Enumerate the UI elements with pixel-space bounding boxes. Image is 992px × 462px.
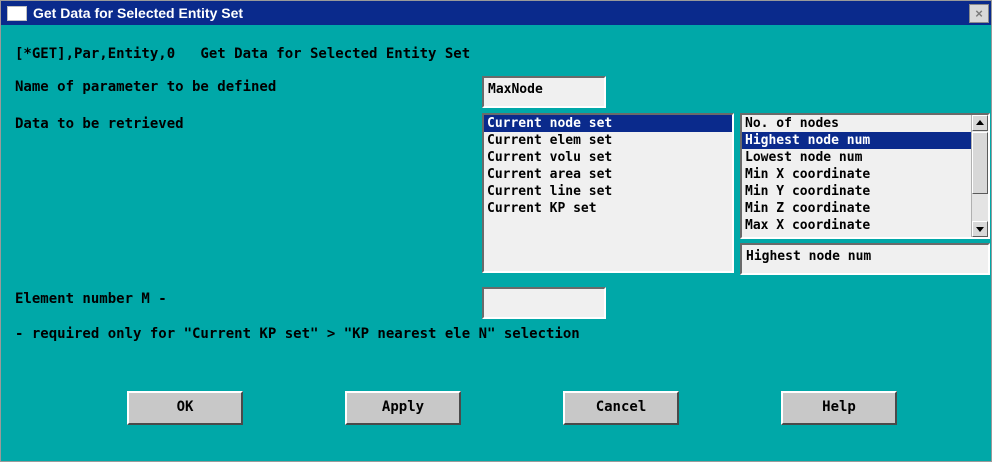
list-item[interactable]: Current line set bbox=[484, 183, 732, 200]
scroll-down-arrow-icon[interactable] bbox=[972, 221, 988, 237]
data-item-list[interactable]: No. of nodes Highest node num Lowest node … bbox=[740, 113, 990, 239]
list-item[interactable]: Current area set bbox=[484, 166, 732, 183]
close-button[interactable]: × bbox=[969, 4, 989, 23]
selection-display[interactable]: Highest node num bbox=[740, 243, 990, 275]
scroll-up-arrow-icon[interactable] bbox=[972, 115, 988, 131]
list-item[interactable]: Current volu set bbox=[484, 149, 732, 166]
apply-button[interactable]: Apply bbox=[345, 391, 461, 425]
window-icon bbox=[7, 6, 27, 21]
list-item[interactable]: Max X coordinate bbox=[742, 217, 988, 234]
list-item[interactable]: No. of nodes bbox=[742, 115, 988, 132]
cancel-button[interactable]: Cancel bbox=[563, 391, 679, 425]
entity-set-list[interactable]: Current node set Current elem set Current … bbox=[482, 113, 734, 273]
dialog-window: Get Data for Selected Entity Set × [*GET… bbox=[0, 0, 992, 462]
command-header: [*GET],Par,Entity,0 Get Data for Selecte… bbox=[15, 46, 471, 62]
list-item[interactable]: Lowest node num bbox=[742, 149, 988, 166]
scroll-thumb[interactable] bbox=[972, 132, 988, 194]
title-bar[interactable]: Get Data for Selected Entity Set × bbox=[1, 1, 991, 25]
element-number-input[interactable] bbox=[482, 287, 606, 319]
param-name-label: Name of parameter to be defined bbox=[15, 79, 277, 95]
data-item-scrollbar[interactable] bbox=[971, 115, 988, 237]
list-item[interactable]: Highest node num bbox=[742, 132, 988, 149]
list-item[interactable]: Current KP set bbox=[484, 200, 732, 217]
element-number-label: Element number M - bbox=[15, 291, 167, 307]
help-button[interactable]: Help bbox=[781, 391, 897, 425]
list-item[interactable]: Min Y coordinate bbox=[742, 183, 988, 200]
param-name-input[interactable]: MaxNode bbox=[482, 76, 606, 108]
window-title: Get Data for Selected Entity Set bbox=[33, 5, 244, 21]
data-retrieved-label: Data to be retrieved bbox=[15, 116, 184, 132]
element-note: - required only for "Current KP set" > "… bbox=[15, 326, 580, 342]
list-item[interactable]: Min Z coordinate bbox=[742, 200, 988, 217]
list-item[interactable]: Current elem set bbox=[484, 132, 732, 149]
list-item[interactable]: Min X coordinate bbox=[742, 166, 988, 183]
list-item[interactable]: Current node set bbox=[484, 115, 732, 132]
ok-button[interactable]: OK bbox=[127, 391, 243, 425]
